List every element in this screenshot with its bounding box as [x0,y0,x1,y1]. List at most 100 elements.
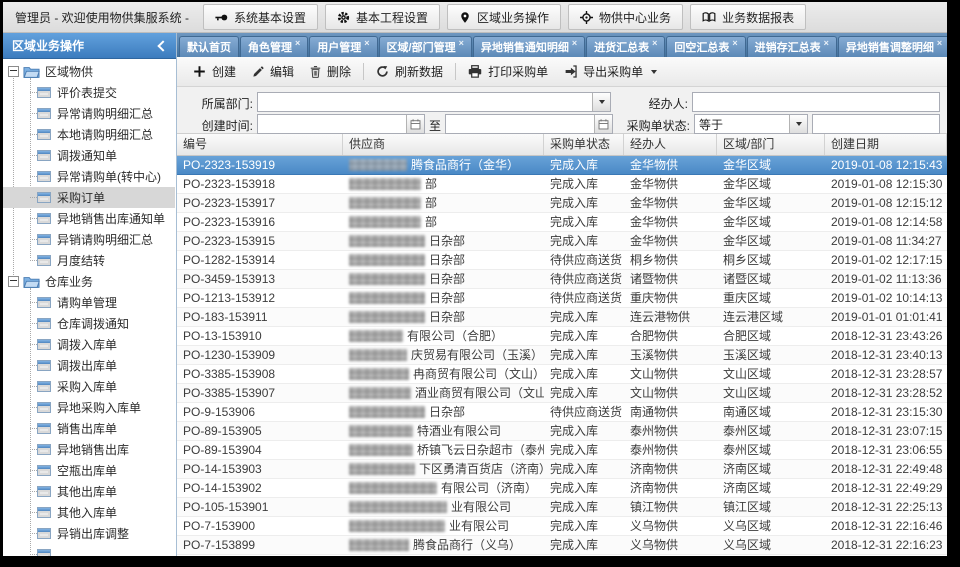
status-value-field[interactable] [812,114,940,134]
topbar-button-5[interactable]: 业务数据报表 [690,4,806,30]
created-from-input[interactable] [258,115,406,133]
tree-item-0-4[interactable]: 异常请购单(转中心) [3,166,175,187]
created-to-input[interactable] [446,115,594,133]
table-row[interactable]: PO-105-153901业有限公司完成入库镇江物供镇江区域2018-12-31… [177,498,947,517]
topbar-button-1[interactable]: 系统基本设置 [203,4,318,30]
tab-close-icon[interactable]: × [937,38,942,48]
status-op-dropdown-button[interactable] [789,115,807,133]
tab-close-icon[interactable]: × [459,38,464,48]
table-row[interactable]: PO-3459-153913日杂部待供应商送货诸暨物供诸暨区域2019-01-0… [177,270,947,289]
tree-item-0-7[interactable]: 异销请购明细汇总 [3,229,175,250]
tree-folder-1[interactable]: 仓库业务 [3,271,175,292]
topbar-button-2[interactable]: 基本工程设置 [325,4,440,30]
tree-item-0-1[interactable]: 异常请购明细汇总 [3,103,175,124]
tree-item-1-11[interactable]: 异销出库调整 [3,523,175,544]
toolbar-button-4[interactable]: 刷新数据 [368,60,451,83]
department-select-input[interactable] [258,93,592,111]
toolbar-button-2[interactable]: 编辑 [244,60,302,83]
tree-item-0-6[interactable]: 异地销售出库通知单 [3,208,175,229]
department-select[interactable] [257,92,611,112]
table-row[interactable]: PO-3385-153908冉商贸有限公司（文山）完成入库文山物供文山区域201… [177,365,947,384]
table-row[interactable]: PO-13-153910有限公司（合肥）完成入库合肥物供合肥区域2018-12-… [177,327,947,346]
toolbar-button-6[interactable]: 导出采购单 [556,60,665,83]
calendar-icon[interactable] [594,115,612,133]
tree-item-1-4[interactable]: 采购入库单 [3,376,175,397]
tab-7[interactable]: 回空汇总表× [666,36,745,57]
tree-item-1-12[interactable] [3,544,175,556]
table-row[interactable]: PO-1230-153909庆贸易有限公司（玉溪）完成入库玉溪物供玉溪区域201… [177,346,947,365]
table-row[interactable]: PO-89-153904桥镇飞云日杂超市（泰州）完成入库泰州物供泰州区域2018… [177,441,947,460]
tree-item-1-3[interactable]: 调拨出库单 [3,355,175,376]
column-header-1[interactable]: 编号 [177,134,343,155]
calendar-icon[interactable] [406,115,424,133]
operator-field[interactable] [692,92,940,112]
tree-folder-0[interactable]: 区域物供 [3,61,175,82]
table-row[interactable]: PO-183-153911日杂部完成入库连云港物供连云港区域2019-01-01… [177,308,947,327]
toolbar-button-1[interactable]: 创建 [185,60,244,83]
tree-item-label: 调拨出库单 [57,357,117,374]
tree-item-1-7[interactable]: 异地销售出库 [3,439,175,460]
table-row[interactable]: PO-7-153899腾食品商行（义乌）完成入库义乌物供义乌区域2018-12-… [177,536,947,555]
tab-close-icon[interactable]: × [364,38,369,48]
tree-item-1-6[interactable]: 销售出库单 [3,418,175,439]
tab-close-icon[interactable]: × [652,38,657,48]
table-row[interactable]: PO-14-153902有限公司（济南）完成入库济南物供济南区域2018-12-… [177,479,947,498]
tab-9[interactable]: 异地销售调整明细× [838,36,947,57]
tab-3[interactable]: 用户管理× [309,36,377,57]
table-row[interactable]: PO-14-153903下区勇清百货店（济南）完成入库济南物供济南区域2018-… [177,460,947,479]
created-to-field[interactable] [445,114,613,134]
table-row[interactable]: PO-2323-153917部完成入库金华物供金华区域2019-01-08 12… [177,194,947,213]
tab-close-icon[interactable]: × [295,38,300,48]
collapse-left-icon[interactable] [157,40,168,51]
tree-item-1-0[interactable]: 请购单管理 [3,292,175,313]
column-header-5[interactable]: 区域/部门 [717,134,825,155]
topbar-button-label: 基本工程设置 [356,9,428,26]
tree-item-1-10[interactable]: 其他入库单 [3,502,175,523]
tab-5[interactable]: 异地销售通知明细× [473,36,585,57]
table-row[interactable]: PO-2323-153918部完成入库金华物供金华区域2019-01-08 12… [177,175,947,194]
table-row[interactable]: PO-89-153905特酒业有限公司完成入库泰州物供泰州区域2018-12-3… [177,422,947,441]
column-header-4[interactable]: 经办人 [624,134,717,155]
toolbar-button-3[interactable]: 删除 [302,60,359,83]
expand-minus-icon[interactable] [8,276,19,287]
tab-4[interactable]: 区域/部门管理× [379,36,472,57]
department-dropdown-button[interactable] [592,93,610,111]
tree-item-1-8[interactable]: 空瓶出库单 [3,460,175,481]
topbar-button-3[interactable]: 区域业务操作 [447,4,561,30]
tab-8[interactable]: 进销存汇总表× [747,36,837,57]
topbar-button-4[interactable]: 物供中心业务 [568,4,683,30]
table-row[interactable]: PO-2323-153915日杂部完成入库金华物供金华区域2019-01-08 … [177,232,947,251]
table-row[interactable]: PO-3385-153907酒业商贸有限公司（文山）完成入库文山物供文山区域20… [177,384,947,403]
tree-item-0-2[interactable]: 本地请购明细汇总 [3,124,175,145]
tab-1[interactable]: 默认首页 [179,36,239,57]
expand-minus-icon[interactable] [8,66,19,77]
table-row[interactable]: PO-2323-153919腾食品商行（金华）完成入库金华物供金华区域2019-… [177,156,947,175]
tree-item-1-9[interactable]: 其他出库单 [3,481,175,502]
table-row[interactable]: PO-1282-153914日杂部待供应商送货桐乡物供桐乡区域2019-01-0… [177,251,947,270]
table-row[interactable]: PO-1213-153912日杂部待供应商送货重庆物供重庆区域2019-01-0… [177,289,947,308]
toolbar-button-5[interactable]: 打印采购单 [460,60,556,83]
tree-item-1-2[interactable]: 调拨入库单 [3,334,175,355]
table-row[interactable]: PO-7-153900业有限公司完成入库义乌物供义乌区域2018-12-31 2… [177,517,947,536]
column-header-3[interactable]: 采购单状态 [544,134,624,155]
status-op-select[interactable]: 等于 [694,114,808,134]
column-header-2[interactable]: 供应商 [343,134,544,155]
tree-item-0-3[interactable]: 调拨通知单 [3,145,175,166]
tab-close-icon[interactable]: × [732,38,737,48]
operator-input[interactable] [693,93,939,111]
tree-item-1-5[interactable]: 异地采购入库单 [3,397,175,418]
column-header-6[interactable]: 创建日期 [825,134,947,155]
tab-close-icon[interactable]: × [572,38,577,48]
tree-item-0-8[interactable]: 月度结转 [3,250,175,271]
created-from-field[interactable] [257,114,425,134]
tab-2[interactable]: 角色管理× [240,36,308,57]
tab-close-icon[interactable]: × [824,38,829,48]
tree-item-0-5[interactable]: 采购订单 [3,187,175,208]
tree-item-0-0[interactable]: 评价表提交 [3,82,175,103]
table-row[interactable]: PO-9-153906日杂部待供应商送货南通物供南通区域2018-12-31 2… [177,403,947,422]
status-value-input[interactable] [813,115,939,133]
tab-6[interactable]: 进货汇总表× [586,36,665,57]
supplier-text: 日杂部 [429,291,465,305]
tree-item-1-1[interactable]: 仓库调拨通知 [3,313,175,334]
table-row[interactable]: PO-2323-153916部完成入库金华物供金华区域2019-01-08 12… [177,213,947,232]
